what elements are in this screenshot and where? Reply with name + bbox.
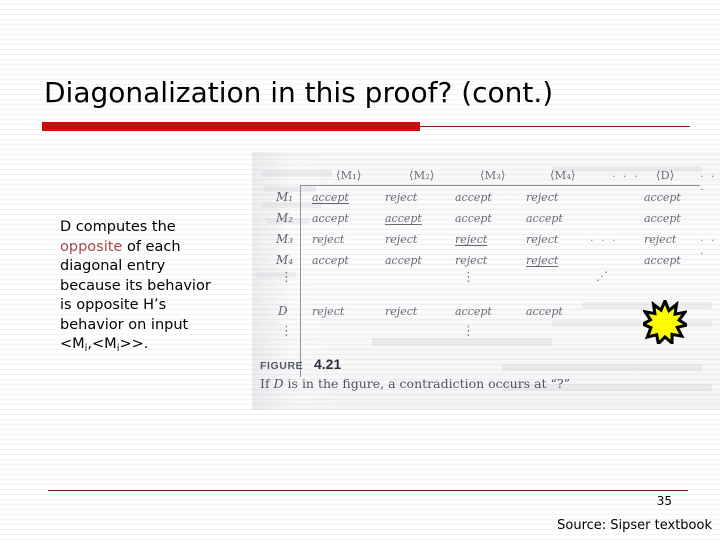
scan-ghost-artifact — [552, 320, 712, 327]
figure-column-header: ⟨M₃⟩ — [480, 168, 506, 182]
figure-row-label: M₄ — [276, 253, 294, 267]
figure-cell: reject — [455, 254, 488, 267]
figure-cell-d: accept — [526, 305, 563, 318]
body-highlight-opposite: opposite — [60, 238, 123, 255]
figure-cell: accept — [312, 191, 349, 204]
figure-cell: accept — [312, 254, 349, 267]
slide-title: Diagonalization in this proof? (cont.) — [44, 76, 554, 109]
figure-cell: accept — [385, 254, 422, 267]
figure-column-header: ⟨M₂⟩ — [409, 168, 435, 182]
body-line-3: diagonal entry — [60, 258, 166, 274]
body-line-4: because its behavior — [60, 277, 211, 294]
figure-column-header: ⟨M₁⟩ — [336, 168, 362, 182]
title-underline-accent — [42, 122, 420, 131]
figure-row-label: M₃ — [276, 232, 294, 246]
figure-cell: accept — [644, 254, 681, 267]
slide-canvas: Diagonalization in this proof? (cont.) D… — [0, 0, 720, 540]
figure-cell-d: reject — [312, 305, 345, 318]
figure-vertical-ellipsis: ⋮ — [462, 324, 475, 339]
body-text-block: D computes the opposite of each diagonal… — [60, 218, 232, 358]
body-line-7-prefix: <M — [60, 336, 85, 352]
body-line-1: D computes the — [60, 219, 176, 235]
figure-caption-text: If D is in the figure, a contradiction o… — [260, 376, 570, 391]
body-line-7-mid: ,<M — [87, 336, 117, 352]
figure-cell-d: accept — [455, 305, 492, 318]
figure-row-label: M₂ — [276, 211, 294, 225]
figure-row-label-d: D — [278, 304, 288, 318]
figure-vertical-ellipsis: ⋮ — [280, 324, 293, 339]
figure-cell: accept — [644, 212, 681, 225]
scan-ghost-artifact — [262, 170, 332, 177]
figure-vertical-rule — [300, 185, 301, 377]
figure-cell: accept — [385, 212, 422, 225]
figure-caption-label: FIGURE — [260, 360, 304, 372]
figure-cell: reject — [455, 233, 488, 246]
figure-header-ellipsis-mid: · · · — [612, 170, 640, 183]
body-line-2-rest: of each — [122, 238, 181, 255]
textbook-figure-scan: ⟨M₁⟩ ⟨M₂⟩ ⟨M₃⟩ ⟨M₄⟩ · · · ⟨D⟩ · · · M₁ a… — [252, 152, 720, 410]
body-line-5: is opposite H’s — [60, 297, 167, 313]
figure-cell: accept — [312, 212, 349, 225]
footer-divider — [48, 490, 688, 491]
figure-cell: accept — [455, 212, 492, 225]
page-number: 35 — [656, 494, 672, 508]
figure-cell-d: reject — [385, 305, 418, 318]
figure-caption-text-italic: D — [273, 376, 284, 391]
figure-caption-number: 4.21 — [314, 356, 342, 372]
starburst-shape — [643, 300, 687, 344]
scan-ghost-artifact — [372, 338, 552, 346]
figure-cell: reject — [526, 233, 559, 246]
figure-row-ellipsis: · · · — [590, 234, 618, 247]
figure-cell: reject — [385, 233, 418, 246]
figure-column-header: ⟨M₄⟩ — [550, 168, 576, 182]
figure-cell: reject — [526, 191, 559, 204]
figure-cell: reject — [385, 191, 418, 204]
figure-row-label: M₁ — [276, 190, 294, 204]
figure-diagonal-ellipsis: ⋰ — [596, 269, 608, 283]
figure-vertical-ellipsis: ⋮ — [280, 270, 293, 285]
figure-cell: accept — [526, 212, 563, 225]
body-line-6: behavior on input — [60, 316, 189, 333]
figure-cell: reject — [526, 254, 559, 267]
figure-cell: accept — [455, 191, 492, 204]
starburst-callout-icon — [643, 300, 687, 344]
figure-caption-text-a: If — [260, 376, 274, 391]
figure-cell: reject — [312, 233, 345, 246]
figure-row-ellipsis: · · · — [700, 234, 717, 260]
figure-cell: reject — [644, 233, 677, 246]
figure-cell: accept — [644, 191, 681, 204]
scan-ghost-artifact — [502, 364, 702, 371]
figure-vertical-ellipsis: ⋮ — [462, 270, 475, 285]
source-attribution: Source: Sipser textbook — [557, 518, 712, 533]
figure-header-rule — [300, 185, 700, 186]
body-line-7-suffix: >>. — [119, 336, 149, 352]
figure-header-ellipsis-end: · · · — [700, 170, 717, 196]
figure-caption-text-b: is in the figure, a contradiction occurs… — [283, 376, 571, 391]
figure-column-header: ⟨D⟩ — [656, 168, 675, 182]
